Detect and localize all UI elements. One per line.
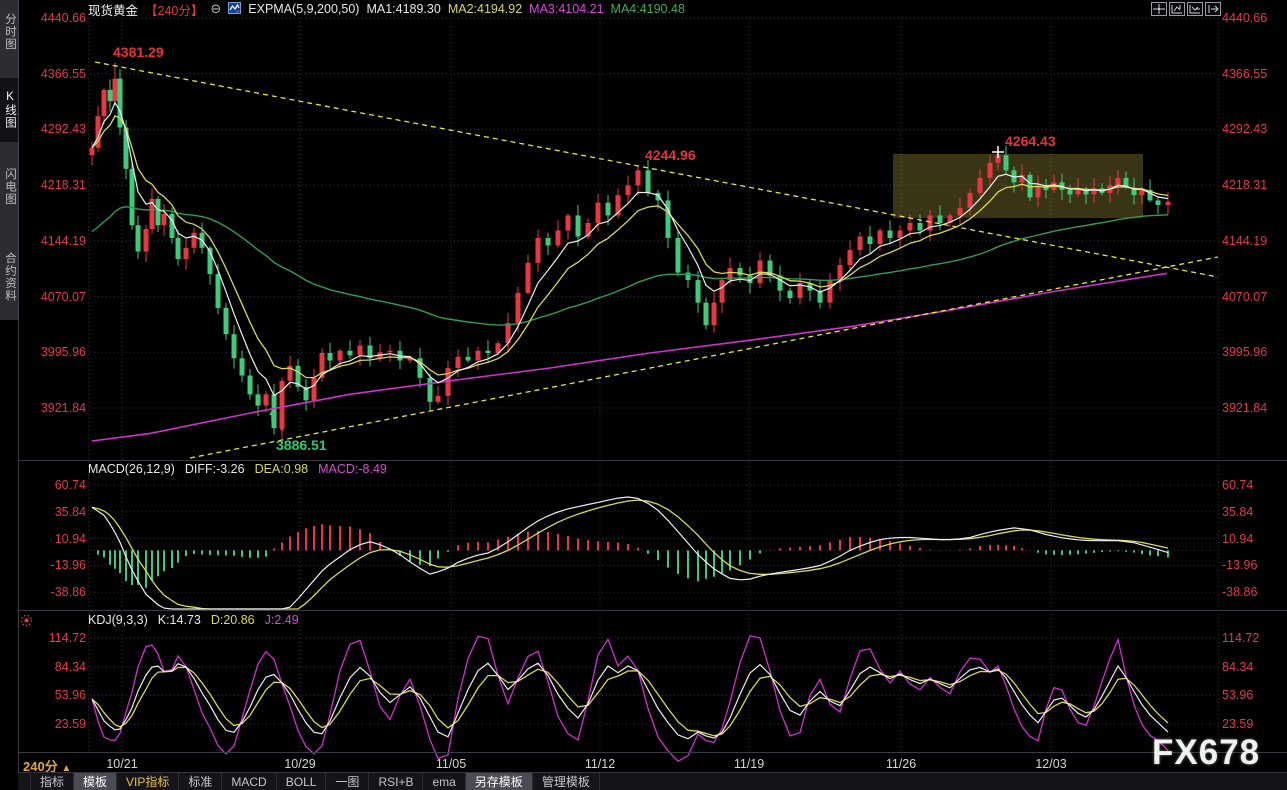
y-axis-label: 4144.19 — [40, 233, 86, 248]
toolbar-button-ema[interactable]: ema — [423, 773, 466, 790]
symbol-name: 现货黄金 — [88, 3, 139, 18]
y-scale-icon[interactable] — [1187, 2, 1203, 16]
y-axis-label: 53.96 — [54, 688, 86, 703]
y-axis-label: 4440.66 — [40, 11, 86, 25]
price-annotation: 4381.29 — [113, 44, 164, 60]
y-axis-label: 4144.19 — [1222, 233, 1268, 248]
period-label: 【240分】 — [145, 3, 204, 18]
x-axis-date-label: 11/26 — [885, 757, 917, 771]
indicator-name: EXPMA(5,9,200,50) — [248, 2, 360, 16]
macd-value: MACD:-8.49 — [318, 462, 387, 476]
indicator-settings-icon[interactable] — [19, 613, 34, 628]
y-axis-label: 23.59 — [54, 717, 86, 732]
toolbar-button-指标[interactable]: 指标 — [30, 773, 75, 790]
y-axis-label: 35.84 — [54, 504, 86, 519]
chart-header: 现货黄金 【240分】 ⊖ EXPMA(5,9,200,50) MA1:4189… — [88, 1, 685, 18]
kdj-header: KDJ(9,3,3) K:14.73 D:20.86 J:2.49 — [88, 613, 299, 628]
y-axis-label: 3921.84 — [40, 401, 86, 415]
y-axis-label: 35.84 — [1222, 504, 1254, 519]
ma2-value: MA2:4194.92 — [447, 2, 523, 16]
macd-title: MACD(26,12,9) — [88, 462, 175, 476]
ma3-value: MA3:4104.21 — [529, 2, 604, 16]
y-axis-label: 4292.43 — [1222, 122, 1268, 137]
kdj-title: KDJ(9,3,3) — [88, 613, 148, 627]
y-axis-label: 114.72 — [1222, 631, 1260, 645]
sidebar-item-kline-chart[interactable]: K线图 — [0, 78, 18, 142]
chart-canvas[interactable] — [0, 0, 1287, 790]
y-axis-label: -38.86 — [1222, 585, 1258, 600]
chart-tool-icons — [1151, 2, 1221, 16]
y-axis-label: -13.96 — [1222, 558, 1258, 573]
y-axis-label: 4070.07 — [1222, 289, 1268, 304]
y-axis-label: 10.94 — [54, 531, 86, 546]
y-axis-label: 10.94 — [1222, 531, 1254, 546]
sidebar-item-time-chart[interactable]: 分时图 — [0, 3, 18, 61]
y-axis-label: 4366.55 — [1222, 66, 1268, 81]
x-axis-date-label: 11/19 — [733, 757, 765, 771]
y-axis-label: 53.96 — [1222, 688, 1254, 703]
macd-header: MACD(26,12,9) DIFF:-3.26 DEA:0.98 MACD:-… — [88, 462, 387, 477]
toolbar-button-macd[interactable]: MACD — [222, 773, 277, 790]
kdj-k-value: K:14.73 — [157, 613, 201, 627]
price-annotation: 4244.96 — [645, 147, 696, 163]
toolbar-button-另存模板[interactable]: 另存模板 — [465, 773, 533, 790]
trading-app-window: 分时图 K线图闪电图合约资料 现货黄金 【240分】 ⊖ EXPMA(5,9,20… — [0, 0, 1287, 790]
toolbar-button-boll[interactable]: BOLL — [277, 773, 327, 790]
sidebar-item-contract-info[interactable]: 合约资料 — [0, 236, 18, 318]
x-axis-date-label: 10/21 — [106, 757, 138, 771]
x-axis-date-label: 10/29 — [284, 757, 316, 771]
price-annotation: 3886.51 — [276, 437, 327, 453]
macd-diff-value: DIFF:-3.26 — [184, 462, 245, 476]
x-axis-date-label: 12/03 — [1035, 757, 1067, 771]
kdj-d-value: D:20.86 — [210, 613, 255, 627]
y-axis-label: 84.34 — [54, 659, 86, 674]
y-axis-label: 114.72 — [48, 631, 86, 645]
toolbar-button-vip指标[interactable]: VIP指标 — [117, 773, 180, 790]
exit-icon[interactable] — [1205, 2, 1221, 16]
ma4-value: MA4:4190.48 — [610, 2, 685, 16]
y-axis-label: 23.59 — [1222, 717, 1254, 732]
x-axis-date-label: 11/05 — [435, 757, 467, 771]
kdj-j-value: J:2.49 — [264, 613, 299, 627]
sidebar-item-lightning-chart[interactable]: 闪电图 — [0, 156, 18, 218]
y-axis-label: 4218.31 — [40, 178, 86, 193]
ma1-value: MA1:4189.30 — [366, 2, 441, 16]
y-axis-label: 4292.43 — [40, 122, 86, 137]
y-axis-label: 4070.07 — [40, 289, 86, 304]
toolbar-button-一图[interactable]: 一图 — [326, 773, 370, 790]
watermark: FX678 — [1152, 733, 1261, 772]
y-axis-label: 3995.96 — [1222, 345, 1268, 360]
toolbar-button-标准[interactable]: 标准 — [179, 773, 223, 790]
y-axis-label: 4218.31 — [1222, 178, 1268, 193]
pan-icon[interactable] — [1151, 2, 1167, 16]
toolbar-button-管理模板[interactable]: 管理模板 — [533, 773, 600, 790]
y-axis-label: 3921.84 — [1222, 401, 1268, 415]
y-axis-label: 84.34 — [1222, 659, 1254, 674]
mini-chart-icon — [228, 1, 242, 17]
y-axis-label: 4366.55 — [40, 66, 86, 81]
toolbar-button-模板[interactable]: 模板 — [74, 773, 118, 790]
price-annotation: 4264.43 — [1005, 133, 1056, 149]
x-axis-date-label: 11/12 — [584, 757, 616, 771]
y-axis-label: -38.86 — [50, 585, 86, 600]
bottom-toolbar: 指标 模板 VIP指标 标准 MACD BOLL 一图 RSI+B ema 另存模板 管理模板 — [18, 772, 1287, 790]
y-axis-label: 60.74 — [1222, 478, 1254, 492]
y-axis-label: 60.74 — [54, 478, 86, 492]
x-scale-icon[interactable] — [1169, 2, 1185, 16]
y-axis-label: 4440.66 — [1222, 11, 1268, 25]
left-sidebar: 分时图 K线图闪电图合约资料 — [0, 0, 19, 320]
minus-circle-icon[interactable]: ⊖ — [210, 1, 221, 17]
y-axis-label: -13.96 — [50, 558, 86, 573]
y-axis-label: 3995.96 — [40, 345, 86, 360]
toolbar-button-rsi+b[interactable]: RSI+B — [369, 773, 424, 790]
macd-dea-value: DEA:0.98 — [254, 462, 309, 476]
